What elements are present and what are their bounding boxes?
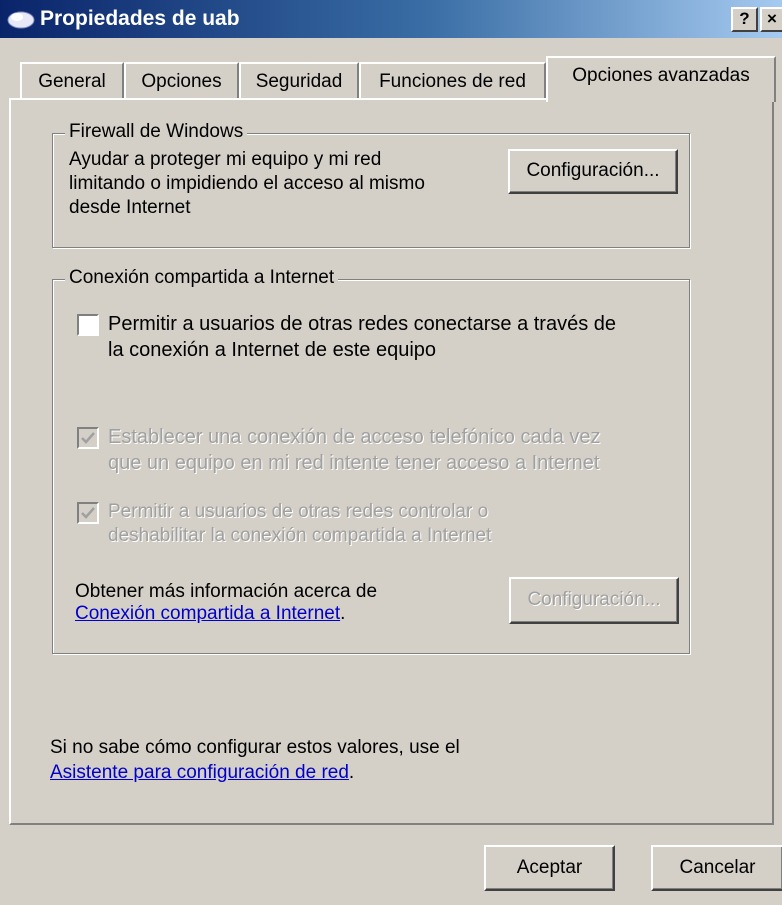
ics-more-info-line: Conexión compartida a Internet. — [75, 602, 345, 626]
ics-config-button[interactable]: Configuración... — [509, 577, 679, 624]
ics-legend: Conexión compartida a Internet — [65, 267, 339, 289]
firewall-description-line-2: limitando o impidiendo el acceso al mism… — [69, 173, 425, 194]
allow-sharing-checkbox[interactable] — [77, 314, 99, 336]
close-button[interactable]: × — [760, 7, 782, 32]
footer-help-text: Si no sabe cómo configurar estos valores… — [50, 737, 460, 758]
tab-general[interactable]: General — [20, 62, 124, 102]
allow-control-checkbox[interactable] — [77, 502, 99, 524]
footer-wizard-line: Asistente para configuración de red. — [50, 761, 354, 785]
allow-sharing-label-line-2[interactable]: la conexión a Internet de este equipo — [108, 338, 436, 362]
window-title: Propiedades de uab — [40, 7, 240, 30]
dial-on-demand-checkbox[interactable] — [77, 427, 99, 449]
title-bar[interactable]: Propiedades de uab ? × — [0, 0, 782, 38]
firewall-description-line-3: desde Internet — [69, 197, 191, 218]
footer-wizard-period: . — [348, 762, 355, 783]
allow-sharing-label-line-1[interactable]: Permitir a usuarios de otras redes conec… — [108, 312, 616, 336]
dial-on-demand-label-line-2[interactable]: que un equipo en mi red intente tener ac… — [108, 451, 599, 475]
cancel-button[interactable]: Cancelar — [651, 845, 782, 891]
tab-opciones-avanzadas[interactable]: Opciones avanzadas — [546, 56, 776, 102]
dial-on-demand-label-line-1[interactable]: Establecer una conexión de acceso telefó… — [108, 425, 601, 449]
network-connection-icon — [7, 11, 35, 29]
help-button[interactable]: ? — [731, 7, 758, 32]
firewall-description-line-1: Ayudar a proteger mi equipo y mi red — [69, 149, 382, 170]
checkmark-icon — [81, 432, 95, 444]
firewall-config-button[interactable]: Configuración... — [508, 149, 678, 194]
allow-control-label-line-2[interactable]: deshabilitar la conexión compartida a In… — [108, 524, 491, 548]
tab-seguridad[interactable]: Seguridad — [239, 62, 359, 102]
firewall-legend: Firewall de Windows — [65, 121, 248, 143]
tab-funciones-de-red[interactable]: Funciones de red — [359, 62, 546, 102]
checkmark-icon — [81, 507, 95, 519]
ics-more-info-period: . — [340, 603, 346, 624]
ics-more-info-link[interactable]: Conexión compartida a Internet — [75, 603, 340, 624]
accept-button[interactable]: Aceptar — [484, 845, 615, 891]
tab-opciones[interactable]: Opciones — [124, 62, 239, 102]
allow-control-label-line-1[interactable]: Permitir a usuarios de otras redes contr… — [108, 500, 488, 524]
network-setup-wizard-link[interactable]: Asistente para configuración de red — [50, 762, 349, 783]
ics-more-info-text: Obtener más información acerca de — [75, 581, 378, 602]
